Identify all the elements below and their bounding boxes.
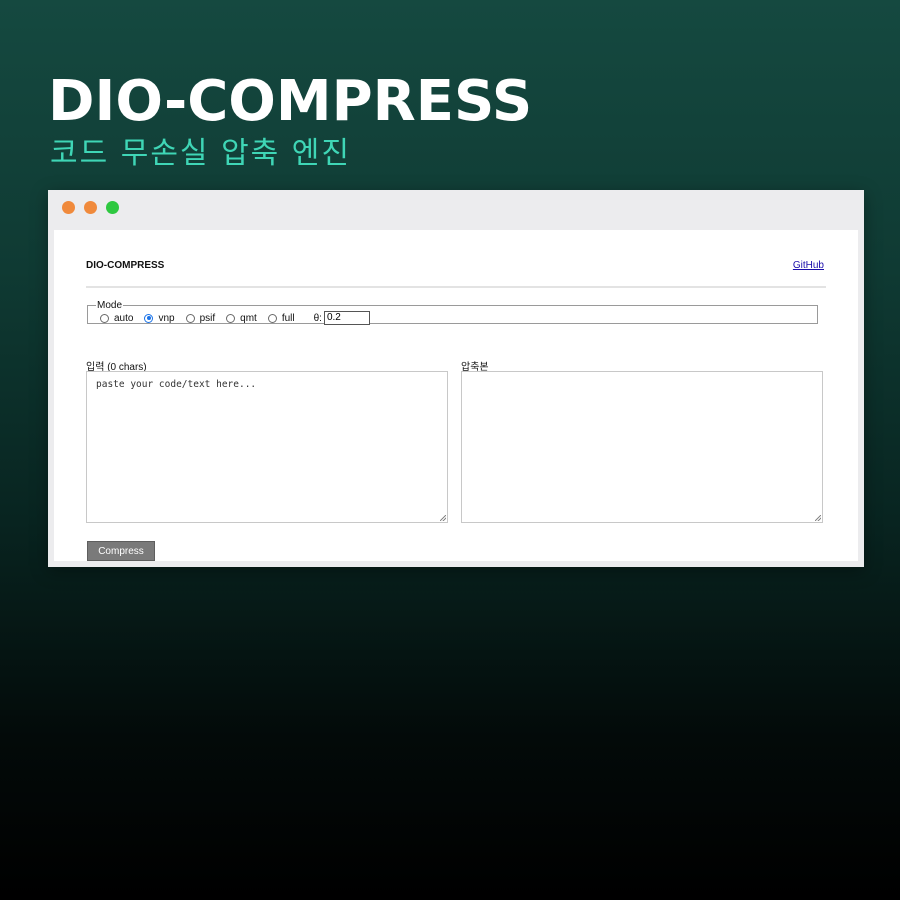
- input-placeholder: paste your code/text here...: [96, 379, 257, 390]
- mode-label-auto: auto: [114, 312, 134, 324]
- window-maximize-button[interactable]: [106, 201, 119, 214]
- brand-title: DIO-COMPRESS: [86, 260, 165, 271]
- mode-radio-qmt[interactable]: [226, 313, 236, 323]
- window-minimize-button[interactable]: [84, 201, 97, 214]
- window-titlebar: [48, 190, 864, 230]
- mode-option-qmt[interactable]: qmt: [226, 313, 257, 324]
- github-link[interactable]: GitHub: [793, 260, 824, 271]
- mode-radio-auto[interactable]: [100, 313, 109, 323]
- page-header: DIO-COMPRESS GitHub: [86, 258, 826, 288]
- window-close-button[interactable]: [62, 201, 75, 214]
- compress-button[interactable]: Compress: [87, 541, 155, 561]
- mode-radio-full[interactable]: [267, 313, 277, 323]
- mode-label-full: full: [281, 312, 295, 324]
- mode-label-psif: psif: [199, 312, 216, 324]
- mode-label-qmt: qmt: [240, 312, 257, 324]
- mode-option-auto[interactable]: auto: [100, 313, 133, 324]
- hero-subtitle: 코드 무손실 압축 엔진: [50, 136, 352, 171]
- resize-grip-icon[interactable]: [440, 515, 446, 521]
- page-viewport: DIO-COMPRESS GitHub Mode auto vnp psif q…: [54, 230, 858, 561]
- browser-window: DIO-COMPRESS GitHub Mode auto vnp psif q…: [48, 190, 864, 567]
- output-textarea[interactable]: [461, 371, 823, 523]
- mode-fieldset: Mode auto vnp psif qmt full θ: 0.2: [87, 300, 818, 327]
- mode-radio-vnp[interactable]: [144, 313, 154, 323]
- mode-label-vnp: vnp: [158, 312, 175, 324]
- mode-option-full[interactable]: full: [267, 312, 295, 324]
- mode-option-psif[interactable]: psif: [185, 312, 216, 324]
- mode-radio-psif[interactable]: [185, 313, 195, 323]
- theta-label: θ:: [313, 312, 322, 324]
- hero-title: DIO-COMPRESS: [48, 69, 533, 134]
- resize-grip-icon[interactable]: [815, 515, 821, 521]
- input-textarea[interactable]: paste your code/text here...: [86, 371, 448, 523]
- mode-options: auto vnp psif qmt full θ:: [100, 309, 817, 327]
- mode-option-vnp[interactable]: vnp: [144, 312, 175, 324]
- mode-legend: Mode: [97, 300, 123, 311]
- theta-input[interactable]: [323, 311, 370, 325]
